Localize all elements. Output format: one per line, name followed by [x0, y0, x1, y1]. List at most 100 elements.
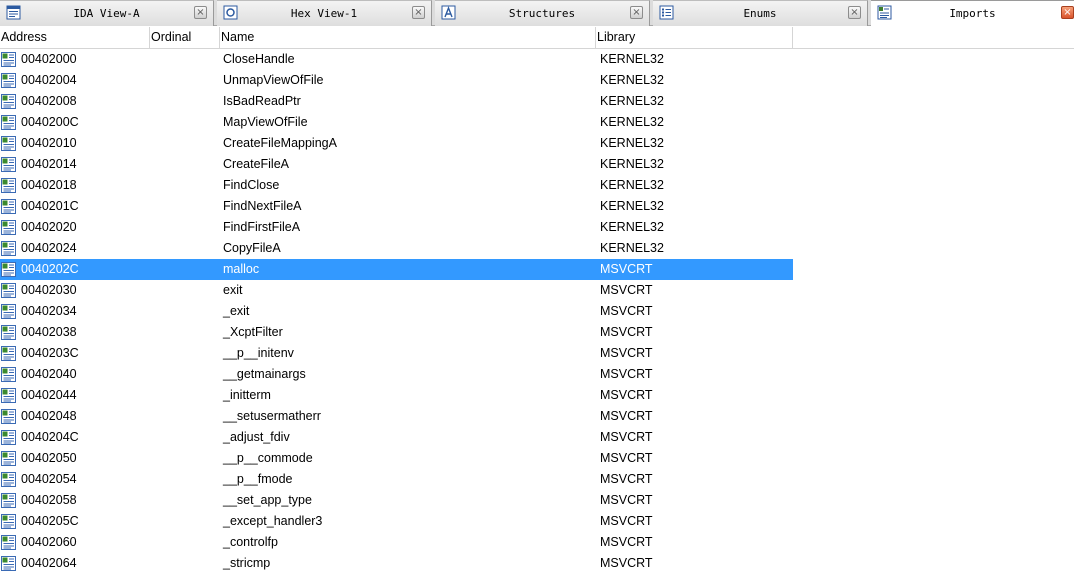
table-row[interactable]: 00402064 _stricmp MSVCRT: [0, 553, 793, 574]
table-row[interactable]: 00402034 _exit MSVCRT: [0, 301, 793, 322]
import-entry-icon: [1, 262, 16, 277]
table-row[interactable]: 00402010 CreateFileMappingA KERNEL32: [0, 133, 793, 154]
library-cell: MSVCRT: [600, 451, 653, 465]
address-cell: 00402054: [21, 472, 77, 486]
close-icon[interactable]: ×: [412, 6, 425, 19]
table-row[interactable]: 00402060 _controlfp MSVCRT: [0, 532, 793, 553]
import-entry-icon: [1, 115, 16, 130]
close-icon[interactable]: ×: [1061, 6, 1074, 19]
table-row[interactable]: 0040204C _adjust_fdiv MSVCRT: [0, 427, 793, 448]
ida-view-icon: [6, 5, 21, 20]
name-cell: CopyFileA: [223, 241, 281, 255]
import-entry-icon: [1, 388, 16, 403]
library-cell: KERNEL32: [600, 73, 664, 87]
import-entry-icon: [1, 514, 16, 529]
address-cell: 00402020: [21, 220, 77, 234]
import-entry-icon: [1, 136, 16, 151]
name-cell: __p__initenv: [223, 346, 294, 360]
import-entry-icon: [1, 325, 16, 340]
address-cell: 0040203C: [21, 346, 79, 360]
close-icon[interactable]: ×: [630, 6, 643, 19]
name-cell: FindFirstFileA: [223, 220, 301, 234]
column-header-library[interactable]: Library: [596, 27, 793, 48]
table-row[interactable]: 00402000 CloseHandle KERNEL32: [0, 49, 793, 70]
name-cell: __p__fmode: [223, 472, 293, 486]
name-cell: _initterm: [223, 388, 271, 402]
address-cell: 00402018: [21, 178, 77, 192]
table-row[interactable]: 00402048 __setusermatherr MSVCRT: [0, 406, 793, 427]
library-cell: KERNEL32: [600, 94, 664, 108]
table-row[interactable]: 0040205C _except_handler3 MSVCRT: [0, 511, 793, 532]
name-cell: _adjust_fdiv: [223, 430, 290, 444]
library-cell: MSVCRT: [600, 367, 653, 381]
library-cell: KERNEL32: [600, 220, 664, 234]
import-entry-icon: [1, 535, 16, 550]
address-cell: 00402000: [21, 52, 77, 66]
enums-icon: [659, 5, 674, 20]
name-cell: __setusermatherr: [223, 409, 321, 423]
table-row[interactable]: 00402040 __getmainargs MSVCRT: [0, 364, 793, 385]
address-cell: 00402058: [21, 493, 77, 507]
address-cell: 00402044: [21, 388, 77, 402]
close-icon[interactable]: ×: [194, 6, 207, 19]
library-cell: MSVCRT: [600, 346, 653, 360]
column-header-name[interactable]: Name: [220, 27, 596, 48]
table-row[interactable]: 00402044 _initterm MSVCRT: [0, 385, 793, 406]
address-cell: 0040202C: [21, 262, 79, 276]
tab-structures[interactable]: Structures ×: [435, 0, 650, 26]
table-row[interactable]: 00402050 __p__commode MSVCRT: [0, 448, 793, 469]
address-cell: 0040204C: [21, 430, 79, 444]
address-cell: 00402034: [21, 304, 77, 318]
hex-view-icon: [223, 5, 238, 20]
name-cell: FindClose: [223, 178, 280, 192]
tab-label: Hex View-1: [290, 7, 358, 20]
import-entry-icon: [1, 52, 16, 67]
library-cell: KERNEL32: [600, 241, 664, 255]
table-row[interactable]: 00402024 CopyFileA KERNEL32: [0, 238, 793, 259]
import-entry-icon: [1, 220, 16, 235]
table-row[interactable]: 0040201C FindNextFileA KERNEL32: [0, 196, 793, 217]
table-row[interactable]: 00402018 FindClose KERNEL32: [0, 175, 793, 196]
column-header-ordinal[interactable]: Ordinal: [150, 27, 220, 48]
table-row[interactable]: 00402008 IsBadReadPtr KERNEL32: [0, 91, 793, 112]
name-cell: CloseHandle: [223, 52, 295, 66]
table-row[interactable]: 00402030 exit MSVCRT: [0, 280, 793, 301]
table-row[interactable]: 00402054 __p__fmode MSVCRT: [0, 469, 793, 490]
import-entry-icon: [1, 178, 16, 193]
library-cell: MSVCRT: [600, 493, 653, 507]
tab-label: Structures: [508, 7, 576, 20]
name-cell: _stricmp: [223, 556, 271, 570]
import-entry-icon: [1, 346, 16, 361]
library-cell: KERNEL32: [600, 52, 664, 66]
table-row[interactable]: 0040203C __p__initenv MSVCRT: [0, 343, 793, 364]
table-row[interactable]: 00402058 __set_app_type MSVCRT: [0, 490, 793, 511]
name-cell: _XcptFilter: [223, 325, 283, 339]
tab-ida-view-a[interactable]: IDA View-A ×: [0, 0, 214, 26]
name-cell: __p__commode: [223, 451, 313, 465]
library-cell: KERNEL32: [600, 115, 664, 129]
table-row[interactable]: 00402014 CreateFileA KERNEL32: [0, 154, 793, 175]
import-entry-icon: [1, 94, 16, 109]
table-row[interactable]: 00402004 UnmapViewOfFile KERNEL32: [0, 70, 793, 91]
tab-bar: IDA View-A × Hex View-1 × Structures × E…: [0, 0, 1074, 27]
library-cell: KERNEL32: [600, 157, 664, 171]
tab-hex-view-1[interactable]: Hex View-1 ×: [217, 0, 432, 26]
name-cell: IsBadReadPtr: [223, 94, 301, 108]
close-icon[interactable]: ×: [848, 6, 861, 19]
name-cell: _except_handler3: [223, 514, 323, 528]
import-entry-icon: [1, 451, 16, 466]
table-row[interactable]: 00402020 FindFirstFileA KERNEL32: [0, 217, 793, 238]
address-cell: 00402004: [21, 73, 77, 87]
name-cell: __getmainargs: [223, 367, 306, 381]
tab-label: Imports: [949, 7, 996, 20]
table-row[interactable]: 0040202C malloc MSVCRT: [0, 259, 793, 280]
table-row[interactable]: 00402038 _XcptFilter MSVCRT: [0, 322, 793, 343]
table-row[interactable]: 0040200C MapViewOfFile KERNEL32: [0, 112, 793, 133]
address-cell: 0040205C: [21, 514, 79, 528]
column-header-address[interactable]: Address: [0, 27, 150, 48]
tab-imports[interactable]: Imports ×: [871, 0, 1074, 27]
column-header: Address Ordinal Name Library: [0, 27, 1074, 49]
tab-enums[interactable]: Enums ×: [653, 0, 868, 26]
address-cell: 00402030: [21, 283, 77, 297]
library-cell: MSVCRT: [600, 430, 653, 444]
